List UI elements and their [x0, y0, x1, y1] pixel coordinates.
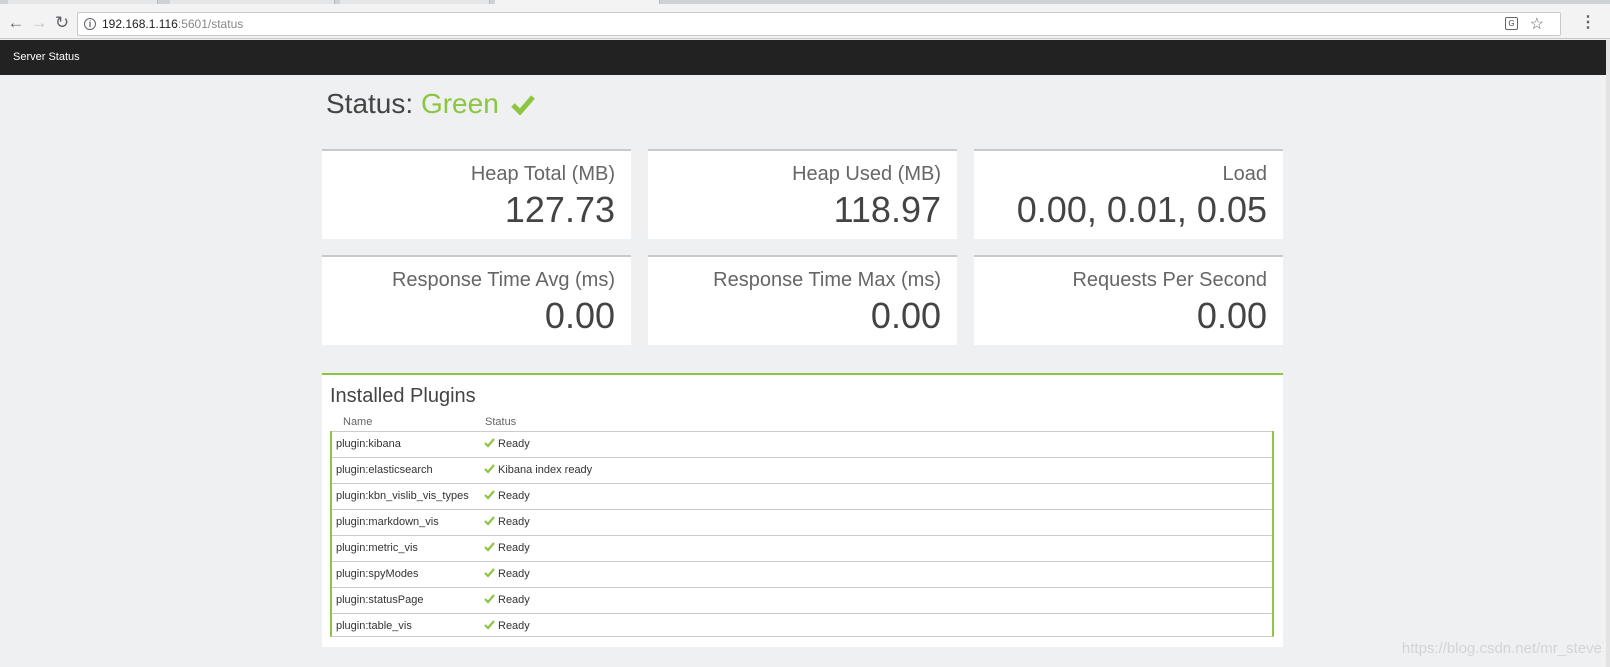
plugin-name: plugin:kibana — [336, 438, 401, 450]
plugins-table: plugin:kibana Ready plugin:elasticsearch… — [330, 431, 1274, 637]
check-icon — [484, 438, 495, 448]
plugin-status: Ready — [484, 438, 530, 450]
metric-label: Response Time Avg (ms) — [391, 269, 615, 291]
check-icon — [510, 95, 535, 115]
metric-value: 0.00 — [544, 295, 615, 336]
url-path: :5601/status — [177, 17, 244, 31]
url-host: 192.168.1.116 — [102, 17, 178, 31]
table-row: plugin:metric_vis Ready — [332, 535, 1272, 561]
browser-toolbar: ← → ↻ i 192.168.1.116:5601/status G ☆ ⋮ — [0, 4, 1610, 39]
check-icon — [484, 620, 495, 630]
page-title: Status: Green — [326, 88, 535, 120]
plugin-name: plugin:table_vis — [336, 620, 412, 632]
metric-label: Response Time Max (ms) — [713, 269, 941, 291]
plugin-status: Ready — [484, 516, 530, 528]
status-state: Green — [420, 88, 499, 119]
metric-response-time-max: Response Time Max (ms) 0.00 — [648, 255, 957, 345]
plugin-status: Ready — [484, 568, 530, 580]
plugin-name: plugin:statusPage — [336, 594, 424, 606]
info-icon[interactable]: i — [84, 18, 96, 30]
plugins-title: Installed Plugins — [330, 385, 476, 407]
address-url[interactable]: 192.168.1.116:5601/status — [102, 17, 243, 31]
plugin-status: Kibana index ready — [484, 464, 592, 476]
plugin-name: plugin:metric_vis — [336, 542, 418, 554]
back-icon[interactable]: ← — [6, 13, 26, 33]
check-icon — [484, 490, 495, 500]
plugin-status-text: Ready — [498, 568, 530, 580]
bookmark-star-icon[interactable]: ☆ — [1530, 14, 1544, 34]
reload-icon[interactable]: ↻ — [52, 13, 72, 33]
translate-icon[interactable]: G — [1505, 17, 1518, 30]
plugin-status-text: Kibana index ready — [498, 464, 593, 476]
metric-value: 0.00, 0.01, 0.05 — [1016, 189, 1267, 230]
forward-icon[interactable]: → — [29, 13, 49, 33]
table-row: plugin:markdown_vis Ready — [332, 509, 1272, 535]
column-header-status: Status — [485, 416, 517, 428]
metric-response-time-avg: Response Time Avg (ms) 0.00 — [322, 255, 631, 345]
column-header-name: Name — [343, 416, 373, 428]
watermark: https://blog.csdn.net/mr_steve — [1401, 640, 1602, 657]
table-row: plugin:statusPage Ready — [332, 587, 1272, 613]
metric-value: 118.97 — [833, 189, 941, 230]
metric-value: 0.00 — [870, 295, 941, 336]
plugin-status: Ready — [484, 594, 530, 606]
plugin-status-text: Ready — [498, 516, 530, 528]
plugin-name: plugin:spyModes — [336, 568, 419, 580]
metric-value: 0.00 — [1196, 295, 1267, 336]
metric-requests-per-second: Requests Per Second 0.00 — [974, 255, 1283, 345]
plugin-status: Ready — [484, 620, 530, 632]
plugin-status-text: Ready — [498, 438, 530, 450]
app-title[interactable]: Server Status — [13, 51, 80, 63]
browser-menu-icon[interactable]: ⋮ — [1580, 12, 1596, 32]
check-icon — [484, 594, 495, 604]
plugin-status-text: Ready — [498, 542, 530, 554]
status-label: Status: — [326, 88, 414, 119]
table-row: plugin:elasticsearch Kibana index ready — [332, 457, 1272, 483]
address-bar[interactable]: i 192.168.1.116:5601/status G ☆ — [77, 12, 1561, 36]
installed-plugins-panel: Installed Plugins Name Status plugin:kib… — [322, 373, 1283, 647]
metric-label: Heap Total (MB) — [470, 163, 615, 185]
check-icon — [484, 516, 495, 526]
table-row: plugin:spyModes Ready — [332, 561, 1272, 587]
plugin-status: Ready — [484, 490, 530, 502]
table-row: plugin:table_vis Ready — [332, 613, 1272, 639]
metric-heap-used: Heap Used (MB) 118.97 — [648, 149, 957, 239]
metric-heap-total: Heap Total (MB) 127.73 — [322, 149, 631, 239]
table-row: plugin:kbn_vislib_vis_types Ready — [332, 483, 1272, 509]
plugin-name: plugin:markdown_vis — [336, 516, 439, 528]
plugin-name: plugin:kbn_vislib_vis_types — [336, 490, 469, 502]
metric-load: Load 0.00, 0.01, 0.05 — [974, 149, 1283, 239]
plugin-status-text: Ready — [498, 594, 530, 606]
plugin-name: plugin:elasticsearch — [336, 464, 433, 476]
app-header: Server Status — [0, 40, 1610, 75]
plugin-status: Ready — [484, 542, 530, 554]
check-icon — [484, 464, 495, 474]
metric-label: Load — [1222, 163, 1268, 185]
metric-label: Requests Per Second — [1072, 269, 1267, 291]
plugin-status-text: Ready — [498, 490, 530, 502]
metric-label: Heap Used (MB) — [792, 163, 941, 185]
page-right-edge — [1606, 40, 1610, 667]
metric-value: 127.73 — [504, 189, 615, 230]
plugin-status-text: Ready — [498, 620, 530, 632]
check-icon — [484, 568, 495, 578]
table-row: plugin:kibana Ready — [332, 431, 1272, 457]
check-icon — [484, 542, 495, 552]
